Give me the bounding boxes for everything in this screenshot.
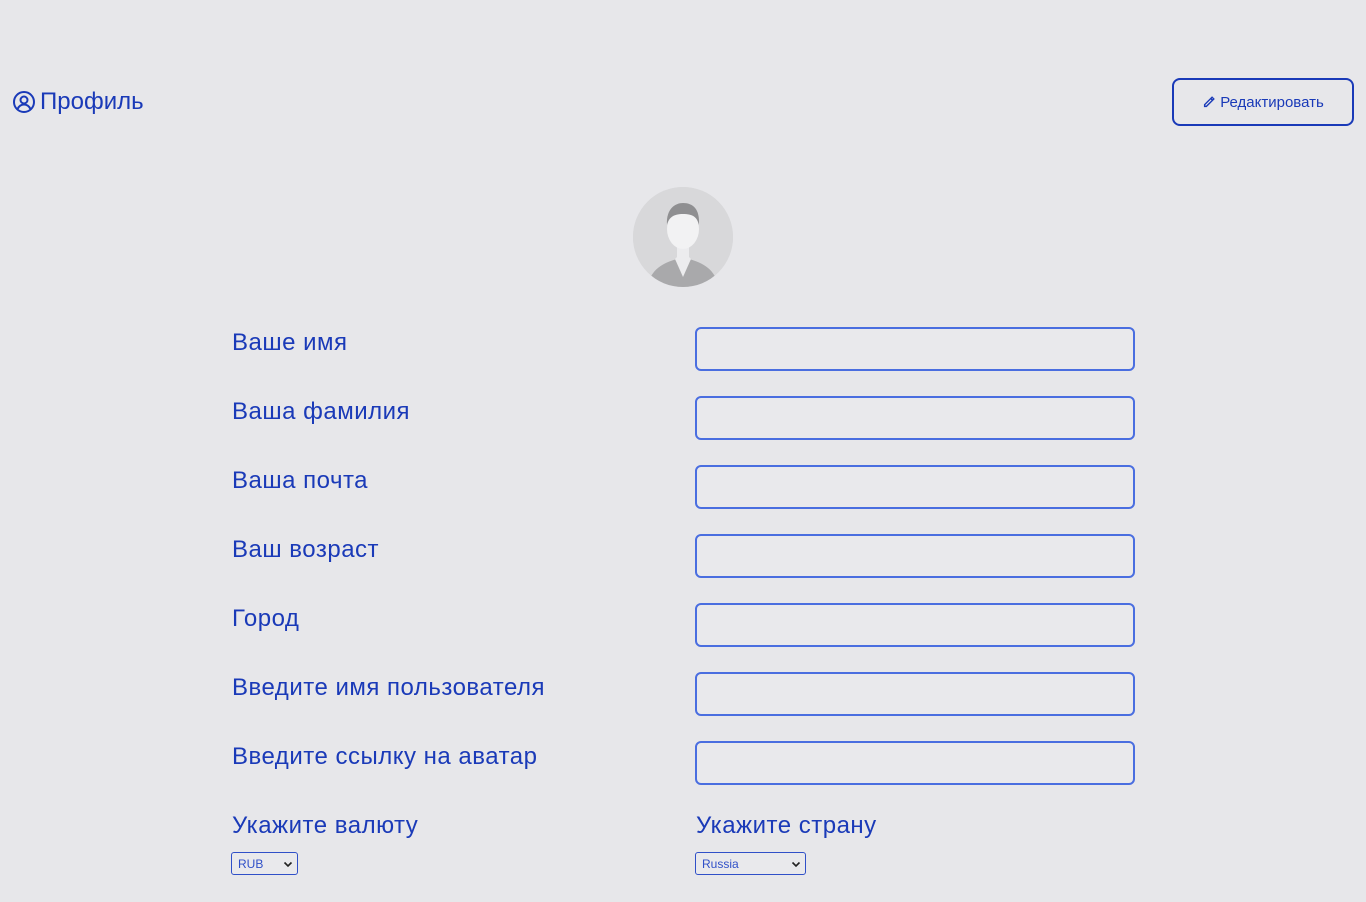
email-label: Ваша почта xyxy=(232,467,369,494)
edit-button[interactable]: Редактировать xyxy=(1172,78,1354,126)
avatar xyxy=(633,187,733,287)
profile-page: Профиль Редактировать Ваше имя Ваша фами… xyxy=(0,0,1366,902)
user-circle-icon xyxy=(12,90,36,114)
currency-select[interactable]: RUB xyxy=(231,852,298,875)
city-input[interactable] xyxy=(695,603,1135,647)
edit-button-label: Редактировать xyxy=(1220,93,1324,111)
currency-selected-value: RUB xyxy=(238,856,264,871)
last-name-label: Ваша фамилия xyxy=(232,398,411,425)
avatar-url-label: Введите ссылку на аватар xyxy=(232,743,538,770)
email-input[interactable] xyxy=(695,465,1135,509)
page-title-text: Профиль xyxy=(40,88,144,115)
username-label: Введите имя пользователя xyxy=(232,674,546,701)
country-select[interactable]: Russia xyxy=(695,852,806,875)
country-selected-value: Russia xyxy=(702,856,739,871)
city-label: Город xyxy=(232,605,300,632)
first-name-input[interactable] xyxy=(695,327,1135,371)
page-title: Профиль xyxy=(12,88,144,116)
last-name-input[interactable] xyxy=(695,396,1135,440)
age-input[interactable] xyxy=(695,534,1135,578)
pencil-icon xyxy=(1202,95,1216,109)
first-name-label: Ваше имя xyxy=(232,329,348,356)
default-user-avatar-icon xyxy=(633,187,733,287)
chevron-down-icon xyxy=(791,859,801,869)
username-input[interactable] xyxy=(695,672,1135,716)
chevron-down-icon xyxy=(283,859,293,869)
country-label: Укажите страну xyxy=(696,812,877,839)
age-label: Ваш возраст xyxy=(232,536,380,563)
currency-label: Укажите валюту xyxy=(232,812,419,839)
avatar-url-input[interactable] xyxy=(695,741,1135,785)
